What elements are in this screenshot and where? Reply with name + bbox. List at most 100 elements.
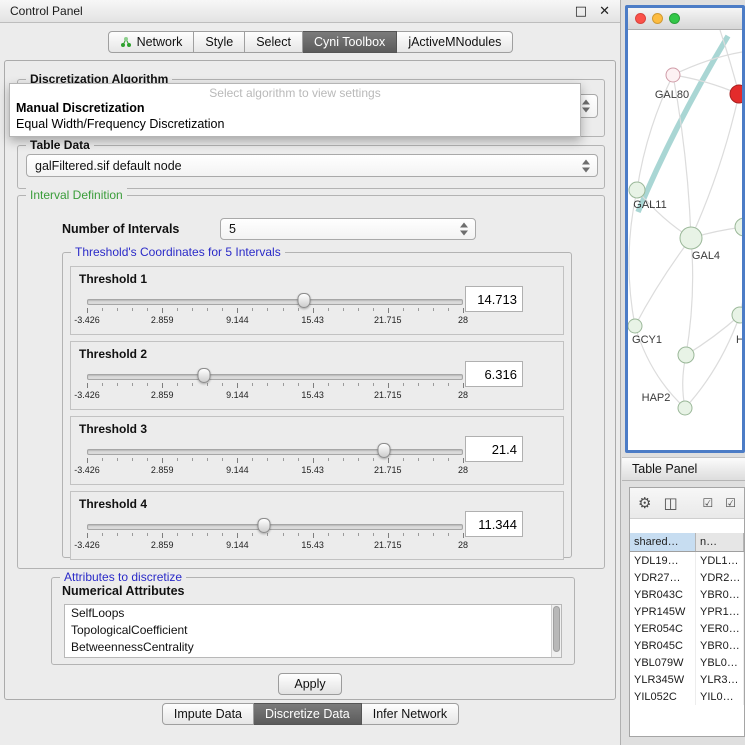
table-row[interactable]: YIL052CYIL0… xyxy=(630,688,744,705)
bottom-tab-impute-data[interactable]: Impute Data xyxy=(162,703,254,725)
table-row[interactable]: YBL079WYBL0… xyxy=(630,654,744,671)
network-node[interactable] xyxy=(680,227,702,249)
table-data-combo-value: galFiltered.sif default node xyxy=(27,159,182,173)
slider-thumb[interactable] xyxy=(257,518,270,533)
threshold-slider[interactable]: -3.4262.8599.14415.4321.71528 xyxy=(87,367,463,405)
table-cell[interactable]: YBR0… xyxy=(696,637,744,654)
slider-tick xyxy=(283,308,284,311)
network-edge[interactable] xyxy=(720,30,739,94)
network-edge[interactable] xyxy=(638,36,728,212)
network-node[interactable] xyxy=(628,319,642,333)
table-cell[interactable]: YER0… xyxy=(696,620,744,637)
apply-button[interactable]: Apply xyxy=(278,673,342,695)
slider-tick-label: 2.859 xyxy=(151,315,174,325)
scrollbar-thumb[interactable] xyxy=(553,606,560,652)
table-column-header[interactable]: n… xyxy=(696,533,744,551)
network-node[interactable] xyxy=(735,218,742,236)
attribute-item-betweennesscentrality[interactable]: BetweennessCentrality xyxy=(65,639,561,656)
threshold-value-field[interactable]: 11.344 xyxy=(465,511,523,537)
threshold-value-field[interactable]: 6.316 xyxy=(465,361,523,387)
gear-icon[interactable]: ⚙ xyxy=(638,496,651,511)
table-cell[interactable]: YPR145W xyxy=(630,603,696,620)
attribute-item-selfloops[interactable]: SelfLoops xyxy=(65,605,561,622)
network-node[interactable] xyxy=(666,68,680,82)
table-cell[interactable]: YDL19… xyxy=(630,552,696,569)
table-cell[interactable]: YER054C xyxy=(630,620,696,637)
threshold-value-field[interactable]: 21.4 xyxy=(465,436,523,462)
table-data-combo[interactable]: galFiltered.sif default node xyxy=(26,154,598,177)
table-cell[interactable]: YBR045C xyxy=(630,637,696,654)
network-node[interactable] xyxy=(730,85,742,103)
table-cell[interactable]: YDR2… xyxy=(696,569,744,586)
bottom-tab-infer-network[interactable]: Infer Network xyxy=(362,703,459,725)
bottom-tab-discretize-data[interactable]: Discretize Data xyxy=(254,703,362,725)
table-row[interactable]: YER054CYER0… xyxy=(630,620,744,637)
network-canvas[interactable]: GAL80GAL11GAL4GCY1HAP2H xyxy=(628,30,742,450)
table-cell[interactable]: YLR345W xyxy=(630,671,696,688)
network-edge[interactable] xyxy=(635,238,691,326)
close-window-icon[interactable]: ✕ xyxy=(599,5,610,18)
table-row[interactable]: YDL19…YDL1… xyxy=(630,552,744,569)
select-all-icon[interactable]: ☑ xyxy=(702,497,713,509)
table-row[interactable]: YBR043CYBR0… xyxy=(630,586,744,603)
tab-jactivemnodules[interactable]: jActiveMNodules xyxy=(397,31,513,53)
dropdown-option-equal-width-frequency-discretization[interactable]: Equal Width/Frequency Discretization xyxy=(10,116,580,132)
network-node-label: GCY1 xyxy=(632,334,662,346)
attributes-scrollbar[interactable] xyxy=(551,605,561,657)
zoom-light[interactable] xyxy=(669,13,680,24)
table-cell[interactable]: YDR27… xyxy=(630,569,696,586)
table-row[interactable]: YPR145WYPR1… xyxy=(630,603,744,620)
tab-network[interactable]: Network xyxy=(108,31,195,53)
interval-definition-group: Interval Definition Number of Intervals … xyxy=(17,195,605,569)
columns-icon[interactable]: ◫ xyxy=(663,496,677,511)
network-window-titlebar[interactable] xyxy=(628,8,742,30)
table-cell[interactable]: YDL1… xyxy=(696,552,744,569)
tab-cyni-toolbox[interactable]: Cyni Toolbox xyxy=(303,31,397,53)
slider-track[interactable] xyxy=(87,374,463,380)
network-edge[interactable] xyxy=(691,94,739,238)
threshold-label: Threshold 2 xyxy=(79,347,147,361)
network-node[interactable] xyxy=(629,182,645,198)
network-node[interactable] xyxy=(678,401,692,415)
slider-track[interactable] xyxy=(87,524,463,530)
table-cell[interactable]: YBL079W xyxy=(630,654,696,671)
table-column-header[interactable]: shared… xyxy=(630,533,696,551)
table-row[interactable]: YDR27…YDR2… xyxy=(630,569,744,586)
tab-style[interactable]: Style xyxy=(194,31,245,53)
slider-track[interactable] xyxy=(87,299,463,305)
tab-label: Select xyxy=(256,35,291,49)
table-cell[interactable]: YPR1… xyxy=(696,603,744,620)
network-node[interactable] xyxy=(678,347,694,363)
slider-tick xyxy=(343,383,344,386)
num-intervals-combo[interactable]: 5 xyxy=(220,218,476,240)
dropdown-option-manual-discretization[interactable]: Manual Discretization xyxy=(10,100,580,116)
table-cell[interactable]: YBR0… xyxy=(696,586,744,603)
threshold-slider[interactable]: -3.4262.8599.14415.4321.71528 xyxy=(87,292,463,330)
threshold-slider[interactable]: -3.4262.8599.14415.4321.71528 xyxy=(87,517,463,555)
tab-select[interactable]: Select xyxy=(245,31,303,53)
table-cell[interactable]: YBL0… xyxy=(696,654,744,671)
attribute-item-topologicalcoefficient[interactable]: TopologicalCoefficient xyxy=(65,622,561,639)
table-row[interactable]: YBR045CYBR0… xyxy=(630,637,744,654)
slider-track[interactable] xyxy=(87,449,463,455)
table-cell[interactable]: YIL0… xyxy=(696,688,744,705)
threshold-value-field[interactable]: 14.713 xyxy=(465,286,523,312)
table-cell[interactable]: YBR043C xyxy=(630,586,696,603)
slider-tick-label: 15.43 xyxy=(301,540,324,550)
network-svg: GAL80GAL11GAL4GCY1HAP2H xyxy=(628,30,742,450)
table-cell[interactable]: YLR3… xyxy=(696,671,744,688)
stepper-icon xyxy=(582,159,591,172)
tab-label: Style xyxy=(205,35,233,49)
slider-thumb[interactable] xyxy=(197,368,210,383)
table-cell[interactable]: YIL052C xyxy=(630,688,696,705)
close-light[interactable] xyxy=(635,13,646,24)
slider-thumb[interactable] xyxy=(378,443,391,458)
float-window-icon[interactable]: □ xyxy=(575,5,587,18)
select-visible-icon[interactable]: ☑ xyxy=(725,497,736,509)
table-row[interactable]: YLR345WYLR3… xyxy=(630,671,744,688)
network-edge[interactable] xyxy=(685,315,740,408)
network-edge[interactable] xyxy=(740,227,742,315)
minimize-light[interactable] xyxy=(652,13,663,24)
slider-thumb[interactable] xyxy=(298,293,311,308)
threshold-slider[interactable]: -3.4262.8599.14415.4321.71528 xyxy=(87,442,463,480)
